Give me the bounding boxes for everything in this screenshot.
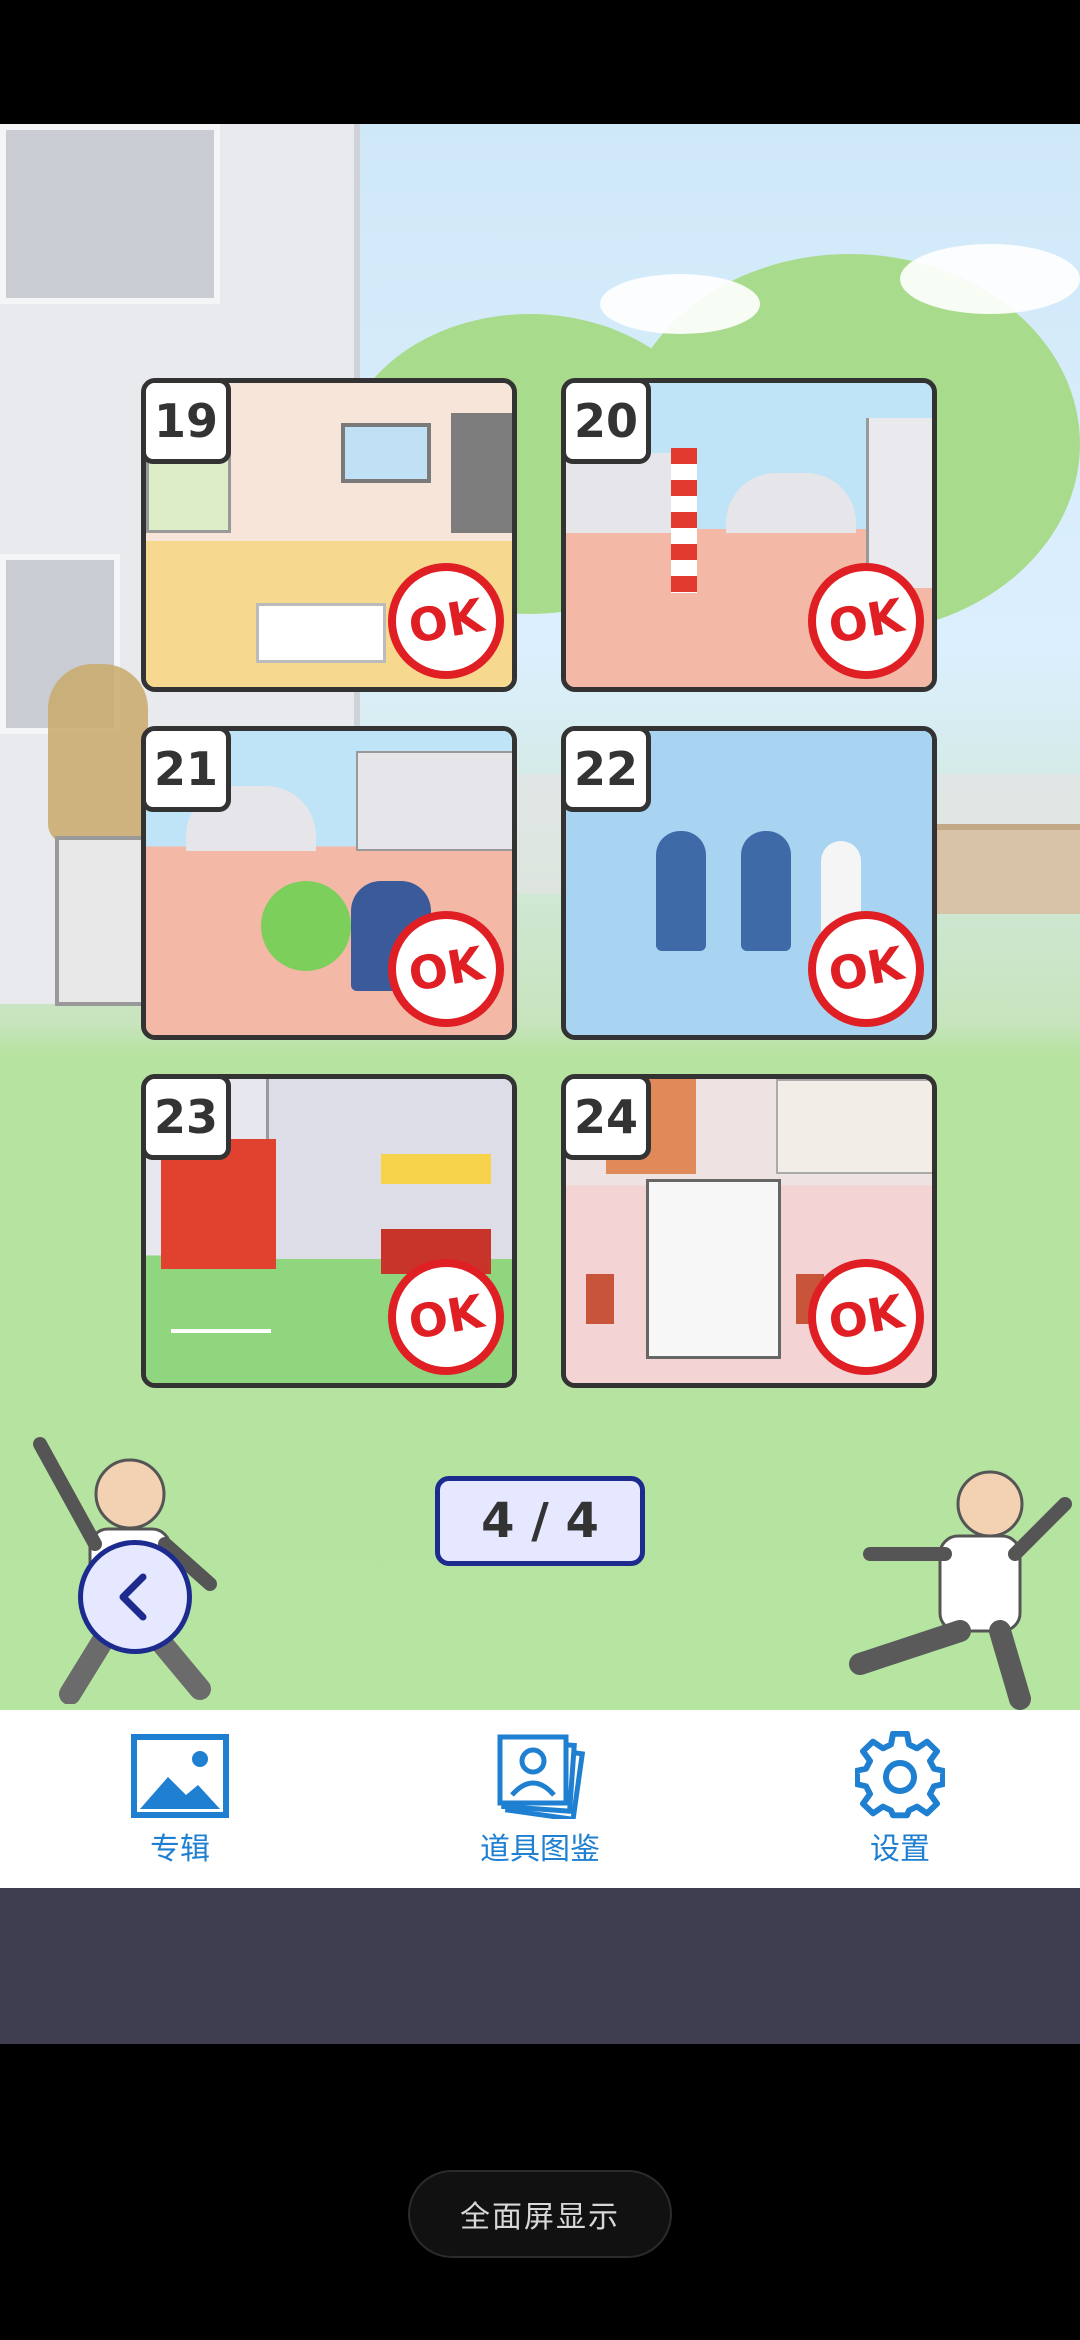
window-decoration bbox=[0, 124, 220, 304]
bottom-nav: 专辑 道具图鉴 设置 bbox=[0, 1710, 1080, 1888]
screen: 19 OK 20 OK 21 OK 22 OK 23 OK 24 OK 4 / … bbox=[0, 0, 1080, 2340]
nav-label: 专辑 bbox=[150, 1832, 210, 1867]
image-icon bbox=[130, 1730, 230, 1822]
level-select-area: 19 OK 20 OK 21 OK 22 OK 23 OK 24 OK 4 / … bbox=[0, 124, 1080, 1710]
bottom-band bbox=[0, 1888, 1080, 2044]
statue-decoration bbox=[48, 664, 148, 844]
running-student-decoration bbox=[849, 1470, 1072, 1710]
nav-label: 道具图鉴 bbox=[480, 1832, 600, 1867]
level-number: 24 bbox=[566, 1079, 651, 1160]
level-card-21[interactable]: 21 OK bbox=[141, 726, 517, 1040]
cloud-decoration bbox=[600, 274, 760, 334]
machine-decoration bbox=[776, 1079, 932, 1174]
chair-decoration bbox=[586, 1274, 614, 1324]
level-card-24[interactable]: 24 OK bbox=[561, 1074, 937, 1388]
awning-decoration bbox=[381, 1154, 491, 1184]
plant-decoration bbox=[261, 881, 351, 971]
back-button[interactable] bbox=[78, 1540, 192, 1654]
photo-stack-icon bbox=[490, 1730, 590, 1822]
nav-item-item-guide[interactable]: 道具图鉴 bbox=[360, 1710, 720, 1888]
window-decoration bbox=[341, 423, 431, 483]
character-decoration bbox=[741, 831, 791, 951]
level-number: 21 bbox=[146, 731, 231, 812]
level-number: 22 bbox=[566, 731, 651, 812]
level-card-22[interactable]: 22 OK bbox=[561, 726, 937, 1040]
page-indicator: 4 / 4 bbox=[435, 1476, 645, 1566]
nav-label: 设置 bbox=[870, 1832, 930, 1867]
machine-decoration bbox=[646, 1179, 781, 1359]
door-decoration bbox=[451, 413, 512, 533]
nav-item-settings[interactable]: 设置 bbox=[720, 1710, 1080, 1888]
level-card-19[interactable]: 19 OK bbox=[141, 378, 517, 692]
level-card-20[interactable]: 20 OK bbox=[561, 378, 937, 692]
chevron-left-icon bbox=[119, 1573, 147, 1621]
building-decoration bbox=[356, 751, 512, 851]
line-decoration bbox=[171, 1329, 271, 1333]
gear-icon bbox=[850, 1730, 950, 1822]
wall-decoration bbox=[866, 418, 932, 588]
pole-decoration bbox=[671, 448, 697, 593]
level-number: 20 bbox=[566, 383, 651, 464]
nav-item-album[interactable]: 专辑 bbox=[0, 1710, 360, 1888]
character-decoration bbox=[656, 831, 706, 951]
fullscreen-button[interactable]: 全面屏显示 bbox=[408, 2170, 672, 2258]
level-number: 19 bbox=[146, 383, 231, 464]
building-decoration bbox=[726, 473, 856, 533]
level-number: 23 bbox=[146, 1079, 231, 1160]
cloud-decoration bbox=[900, 244, 1080, 314]
mat-decoration bbox=[256, 603, 386, 663]
level-card-23[interactable]: 23 OK bbox=[141, 1074, 517, 1388]
